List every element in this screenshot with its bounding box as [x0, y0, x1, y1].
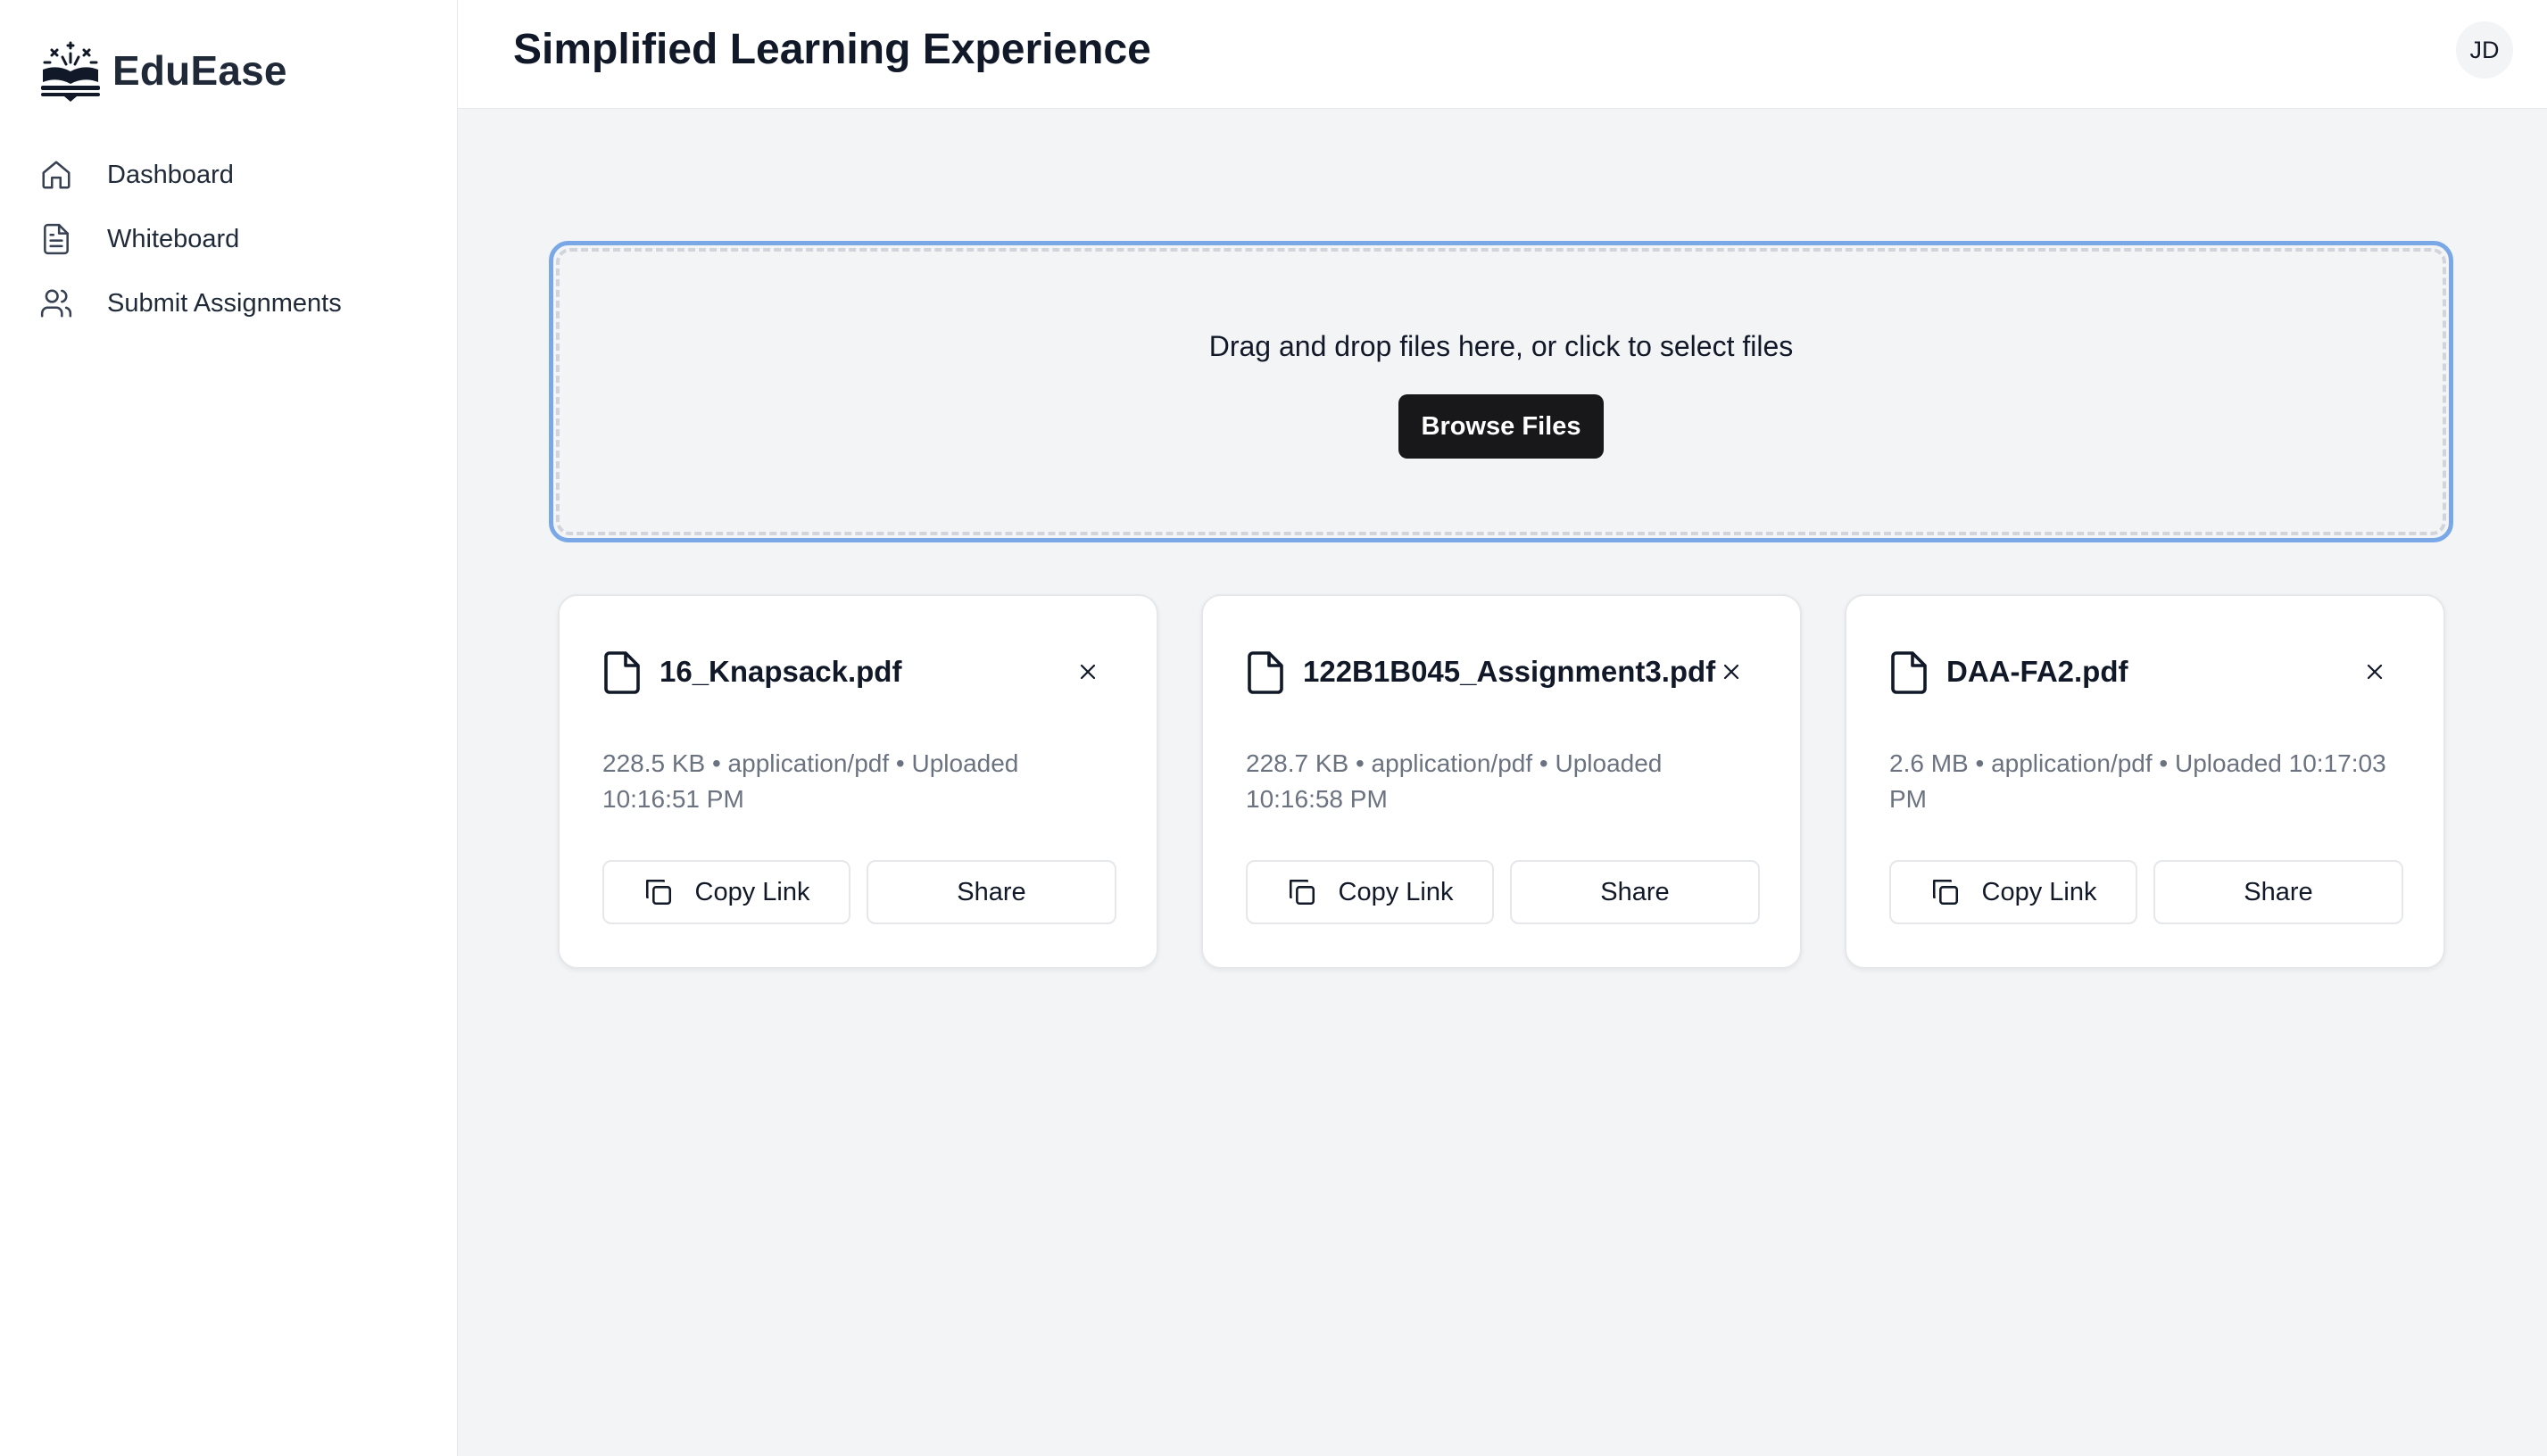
home-icon: [42, 161, 71, 189]
brand[interactable]: EduEase: [39, 39, 287, 102]
close-icon: [1723, 664, 1739, 680]
share-button[interactable]: Share: [1510, 860, 1760, 924]
file-actions: Copy Link Share: [602, 860, 1116, 924]
copy-link-label: Copy Link: [1338, 877, 1454, 906]
main-content: Drag and drop files here, or click to se…: [458, 109, 2547, 1456]
top-header: Simplified Learning Experience JD: [458, 0, 2547, 109]
dropzone-prompt: Drag and drop files here, or click to se…: [1208, 330, 1794, 362]
users-icon: [40, 289, 72, 318]
remove-file-button[interactable]: [2360, 657, 2390, 687]
sidebar-nav: Dashboard Whiteboard Submit Assignments: [39, 143, 342, 335]
file-actions: Copy Link Share: [1889, 860, 2403, 924]
sidebar: EduEase Dashboard Whiteboard Submit Assi…: [0, 0, 458, 1456]
file-dropzone-focus-ring: Drag and drop files here, or click to se…: [549, 241, 2453, 542]
remove-file-button[interactable]: [1716, 657, 1746, 687]
sidebar-item-label: Submit Assignments: [107, 288, 342, 318]
copy-icon: [1932, 879, 1958, 906]
copy-link-button[interactable]: Copy Link: [602, 860, 850, 924]
file-name: 16_Knapsack.pdf: [660, 655, 902, 688]
file-meta: 228.7 KB • application/pdf • Uploaded 10…: [1246, 749, 1663, 813]
copy-icon: [1289, 879, 1315, 906]
remove-file-button[interactable]: [1073, 657, 1103, 687]
page-title: Simplified Learning Experience: [513, 26, 1151, 73]
file-actions: Copy Link Share: [1246, 860, 1760, 924]
sidebar-item-dashboard[interactable]: Dashboard: [39, 143, 342, 207]
copy-link-button[interactable]: Copy Link: [1889, 860, 2137, 924]
file-meta: 2.6 MB • application/pdf • Uploaded 10:1…: [1889, 749, 2386, 813]
close-icon: [2367, 664, 2383, 680]
file-card: 122B1B045_Assignment3.pdf 228.7 KB • app…: [1201, 594, 1802, 969]
share-button[interactable]: Share: [867, 860, 1116, 924]
avatar[interactable]: JD: [2456, 21, 2513, 79]
sidebar-item-whiteboard[interactable]: Whiteboard: [39, 207, 342, 271]
close-icon: [1080, 664, 1096, 680]
sidebar-item-label: Dashboard: [107, 160, 234, 189]
book-sparkle-icon: [41, 41, 100, 102]
browse-files-button[interactable]: Browse Files: [1398, 394, 1604, 459]
file-dropzone[interactable]: Drag and drop files here, or click to se…: [556, 248, 2446, 535]
file-card: DAA-FA2.pdf 2.6 MB • application/pdf • U…: [1845, 594, 2445, 969]
file-card: 16_Knapsack.pdf 228.5 KB • application/p…: [558, 594, 1158, 969]
app-root: EduEase Dashboard Whiteboard Submit Assi…: [0, 0, 2547, 1456]
copy-link-label: Copy Link: [1981, 877, 2097, 906]
copy-link-button[interactable]: Copy Link: [1246, 860, 1494, 924]
file-name: DAA-FA2.pdf: [1946, 655, 2128, 688]
file-icon: [1248, 651, 1283, 694]
file-meta: 228.5 KB • application/pdf • Uploaded 10…: [602, 749, 1019, 813]
document-icon: [44, 223, 69, 255]
copy-link-label: Copy Link: [694, 877, 810, 906]
file-name: 122B1B045_Assignment3.pdf: [1303, 655, 1716, 688]
sidebar-item-label: Whiteboard: [107, 224, 240, 253]
app-name: EduEase: [112, 47, 287, 94]
file-icon: [1891, 651, 1927, 694]
copy-icon: [645, 879, 671, 906]
sidebar-item-submit-assignments[interactable]: Submit Assignments: [39, 271, 342, 335]
file-icon: [604, 651, 640, 694]
file-list: 16_Knapsack.pdf 228.5 KB • application/p…: [558, 594, 2445, 969]
share-button[interactable]: Share: [2153, 860, 2403, 924]
